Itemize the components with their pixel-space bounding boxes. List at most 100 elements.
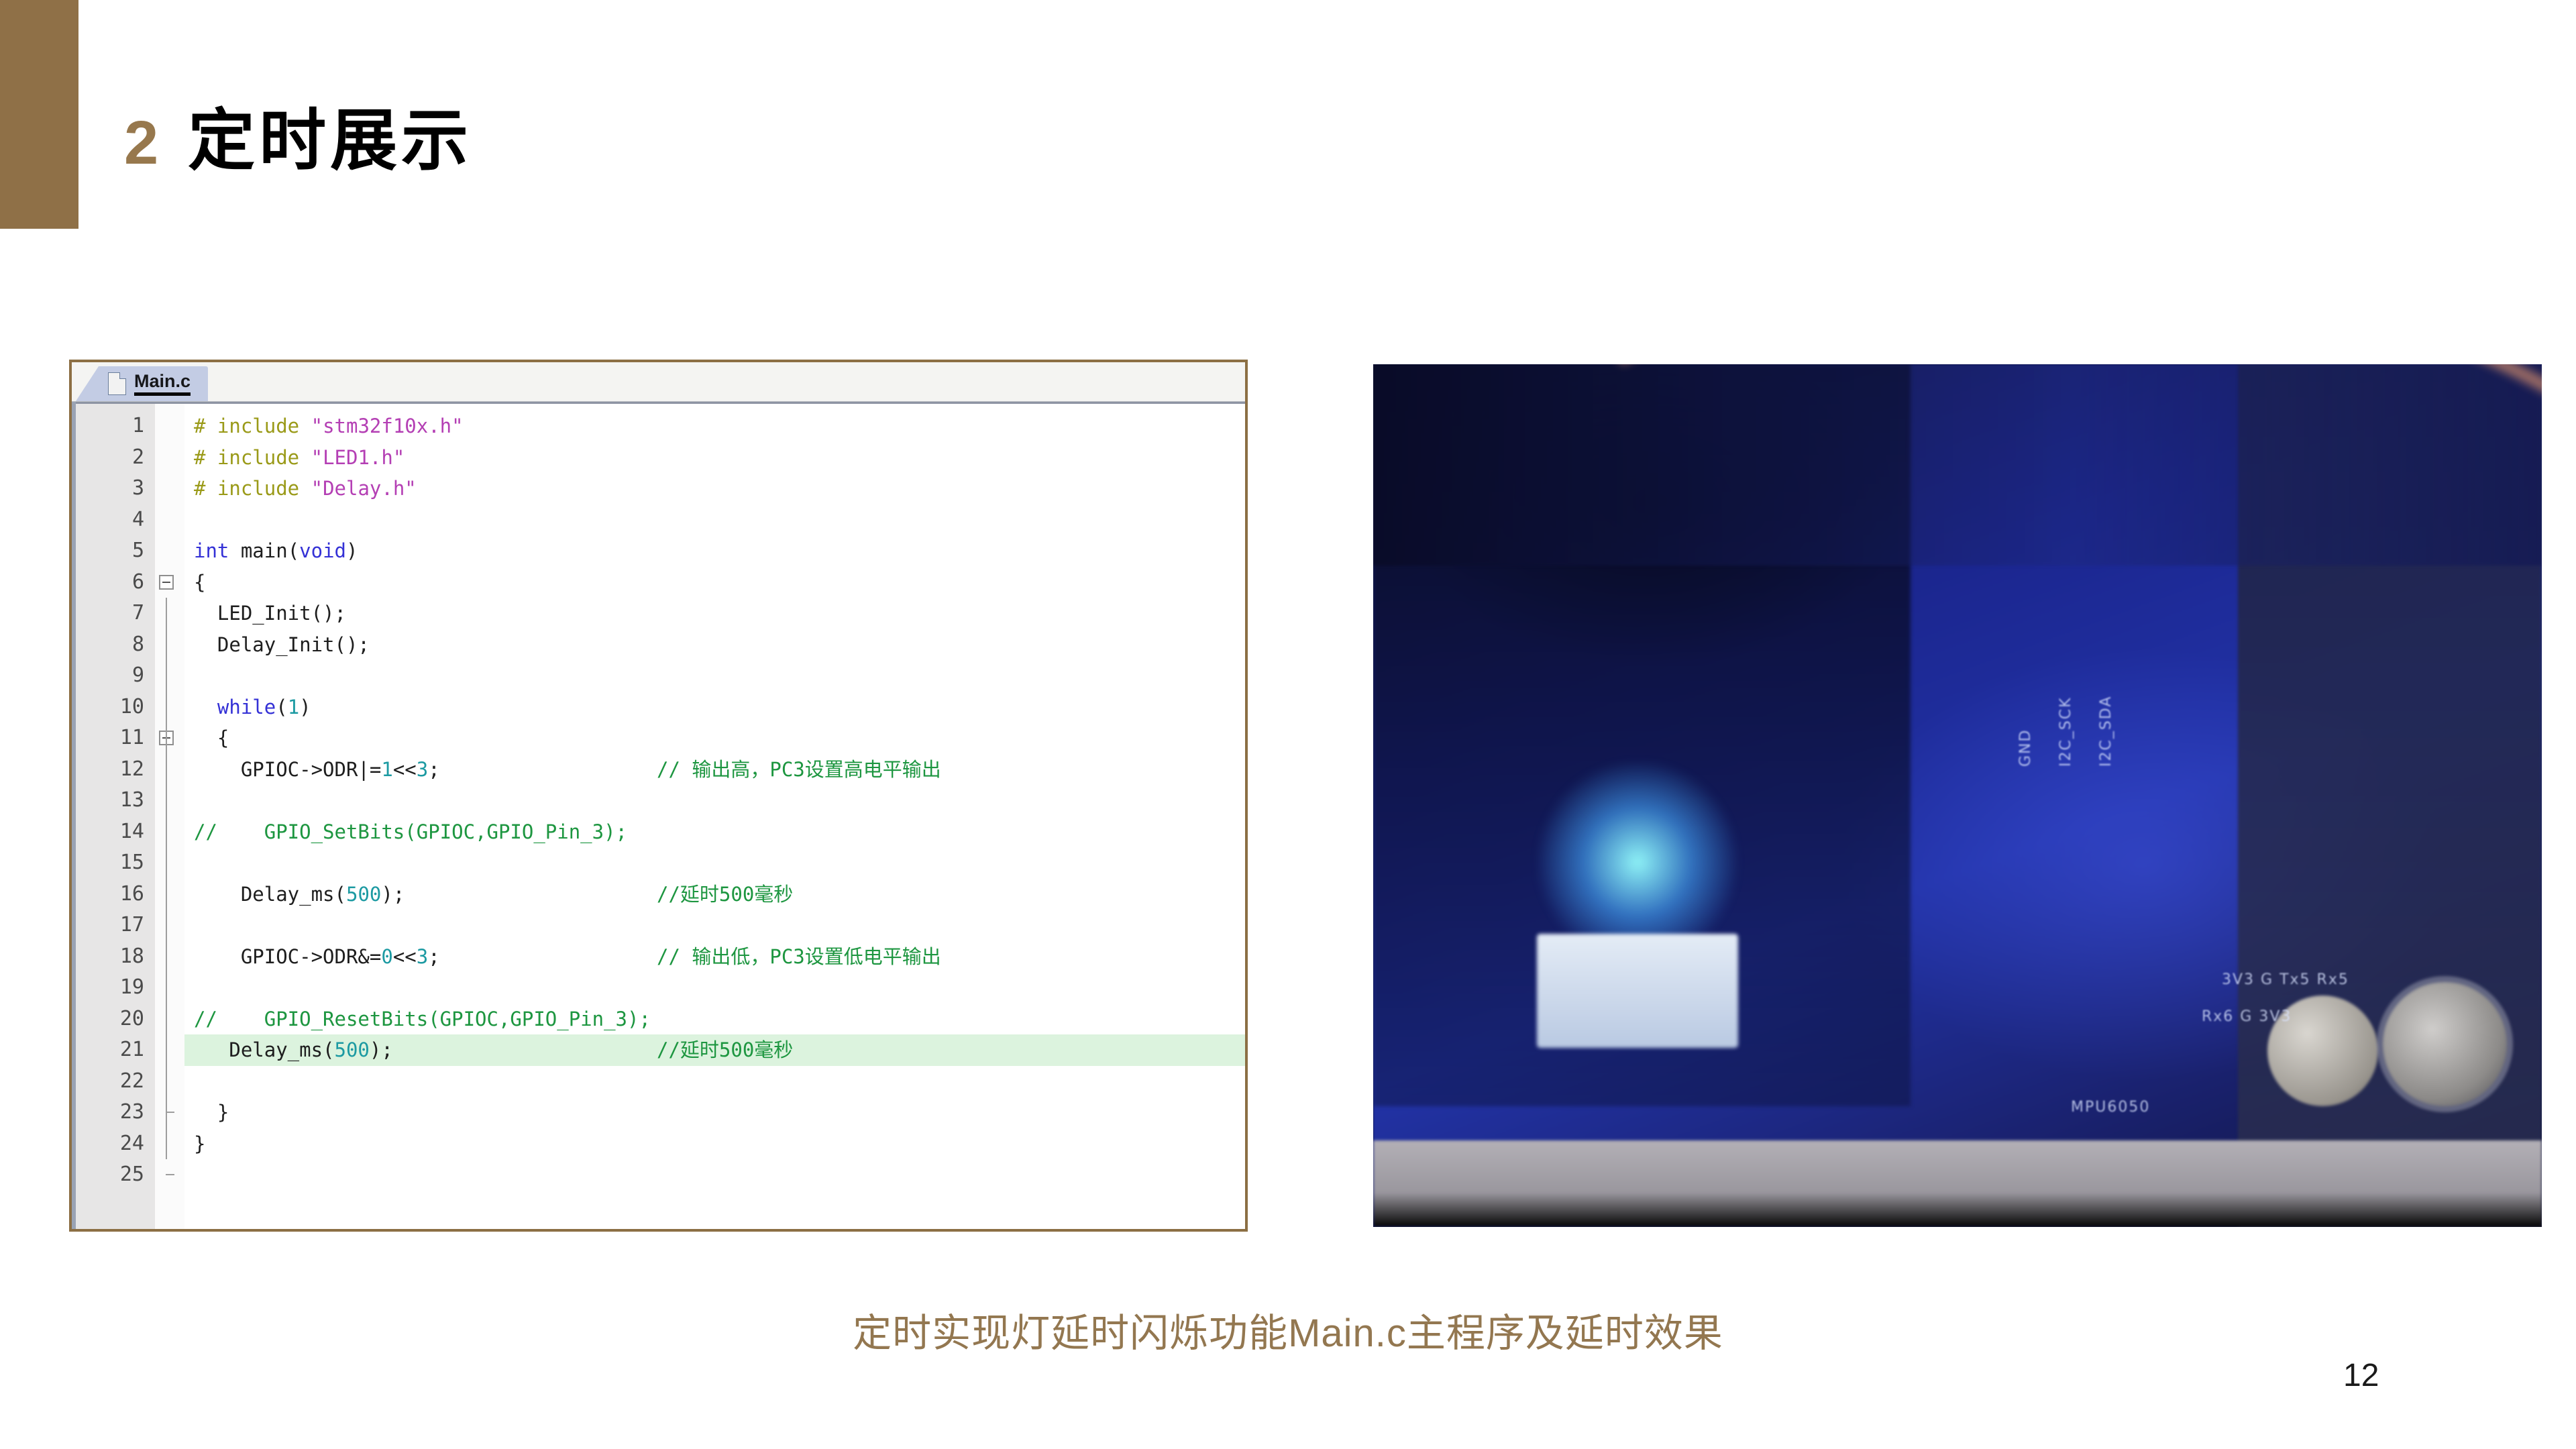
- code-text-area[interactable]: # include "stm32f10x.h" # include "LED1.h…: [184, 404, 1245, 1229]
- code-token-kw: int: [194, 539, 229, 562]
- line-number: 2: [131, 445, 144, 469]
- line-number: 17: [119, 913, 144, 936]
- fold-row: [155, 1034, 184, 1066]
- code-token-num: 500: [334, 1038, 370, 1061]
- code-token-plain: Delay_Init();: [194, 633, 370, 656]
- code-token-str: "stm32f10x.h": [311, 415, 464, 437]
- code-line-text: {: [194, 567, 657, 598]
- code-token-plain: GPIOC->ODR&=: [194, 945, 382, 968]
- code-line[interactable]: [184, 660, 1245, 692]
- code-token-plain: );: [381, 882, 405, 906]
- figure-caption: 定时实现灯延时闪烁功能Main.c主程序及延时效果: [853, 1311, 1723, 1355]
- code-line[interactable]: # include "Delay.h": [184, 473, 1245, 504]
- fold-row: [155, 629, 184, 660]
- fold-guide-line: [166, 629, 167, 660]
- code-line[interactable]: // GPIO_ResetBits(GPIOC,GPIO_Pin_3);: [184, 1004, 1245, 1035]
- slide-title: 2 定时展示: [124, 107, 472, 174]
- code-line[interactable]: Delay_ms(500);//延时500毫秒: [184, 879, 1245, 910]
- code-token-pre: # include: [194, 477, 311, 500]
- code-token-plain: ;: [428, 757, 440, 781]
- code-fold-column[interactable]: [155, 404, 184, 1229]
- silk-label-i2c-sda: I2C_SDA: [2098, 695, 2114, 767]
- code-line[interactable]: {: [184, 567, 1245, 598]
- line-number: 20: [119, 1006, 144, 1030]
- photo-white-connector: [1536, 933, 1738, 1048]
- code-token-cmt: // GPIO_ResetBits(GPIOC,GPIO_Pin_3);: [194, 1007, 651, 1030]
- fold-collapse-icon[interactable]: [159, 574, 174, 590]
- code-line[interactable]: # include "LED1.h": [184, 442, 1245, 474]
- accent-bar: [0, 0, 78, 229]
- code-token-cmt: // GPIO_SetBits(GPIOC,GPIO_Pin_3);: [194, 820, 628, 843]
- code-line[interactable]: [184, 785, 1245, 816]
- title-number: 2: [124, 109, 159, 177]
- fold-row: [155, 847, 184, 879]
- tab-main-c[interactable]: Main.c: [75, 366, 209, 401]
- code-line[interactable]: [184, 972, 1245, 1004]
- code-token-num: 0: [381, 945, 393, 968]
- code-token-num: 1: [287, 695, 300, 718]
- code-token-plain: Delay_ms(: [194, 1038, 335, 1061]
- fold-guide-line: [166, 1003, 167, 1034]
- line-number: 5: [131, 539, 144, 562]
- line-number: 15: [119, 851, 144, 874]
- code-line[interactable]: // GPIO_SetBits(GPIOC,GPIO_Pin_3);: [184, 816, 1245, 848]
- code-token-plain: {: [194, 570, 206, 594]
- fold-guide-line: [166, 598, 167, 629]
- code-line[interactable]: [184, 1159, 1245, 1191]
- code-token-num: 3: [416, 945, 429, 968]
- fold-row: [155, 1097, 184, 1128]
- code-line[interactable]: {: [184, 722, 1245, 754]
- demo-photo: I2C_SDA I2C_SCK GND MPU6050 3V3 G Tx5 Rx…: [1373, 364, 2542, 1227]
- fold-row: [155, 1128, 184, 1159]
- code-line[interactable]: LED_Init();: [184, 598, 1245, 629]
- code-line-text: int main(void): [194, 535, 657, 567]
- fold-guide-line: [166, 941, 167, 972]
- fold-row: [155, 785, 184, 816]
- code-line[interactable]: while(1): [184, 692, 1245, 723]
- line-number: 13: [119, 788, 144, 812]
- fold-guide-line: [166, 847, 167, 879]
- photo-push-button: [2382, 981, 2507, 1106]
- code-line[interactable]: # include "stm32f10x.h": [184, 411, 1245, 442]
- code-token-pre: # include: [194, 415, 311, 437]
- code-line[interactable]: int main(void): [184, 535, 1245, 567]
- code-line-text: # include "Delay.h": [194, 473, 657, 504]
- fold-row: [155, 411, 184, 442]
- line-number: 6: [131, 570, 144, 594]
- line-number: 8: [131, 632, 144, 656]
- fold-end-marker: [166, 1174, 174, 1175]
- code-line-text: LED_Init();: [194, 598, 657, 629]
- fold-row: [155, 972, 184, 1004]
- code-line-text: Delay_Init();: [194, 629, 657, 661]
- code-line-text: while(1): [194, 692, 657, 723]
- code-token-str: "LED1.h": [311, 445, 405, 469]
- line-number: 21: [119, 1038, 144, 1061]
- code-token-plain: ;: [428, 945, 440, 968]
- line-number: 14: [119, 819, 144, 843]
- code-line[interactable]: }: [184, 1097, 1245, 1128]
- code-token-num: 500: [345, 882, 382, 906]
- line-number: 18: [119, 944, 144, 968]
- code-token-num: 3: [416, 757, 429, 781]
- code-token-plain: );: [369, 1038, 393, 1061]
- code-line[interactable]: [184, 847, 1245, 879]
- code-line[interactable]: [184, 1066, 1245, 1097]
- code-line[interactable]: Delay_Init();: [184, 629, 1245, 661]
- fold-row: [155, 1065, 184, 1097]
- document-icon: [108, 372, 126, 395]
- fold-row: [155, 473, 184, 504]
- code-line[interactable]: Delay_ms(500);//延时500毫秒: [184, 1034, 1245, 1066]
- code-line[interactable]: [184, 910, 1245, 941]
- code-line[interactable]: }: [184, 1128, 1245, 1160]
- line-number: 25: [119, 1163, 144, 1186]
- code-line[interactable]: GPIOC->ODR&=0<<3;// 输出低，PC3设置低电平输出: [184, 941, 1245, 973]
- code-line-text: Delay_ms(500);: [194, 879, 657, 910]
- code-line-text: Delay_ms(500);: [194, 1034, 657, 1066]
- line-number: 12: [119, 757, 144, 781]
- page-number: 12: [2343, 1358, 2379, 1393]
- fold-row: [155, 941, 184, 972]
- code-line[interactable]: GPIOC->ODR|=1<<3;// 输出高，PC3设置高电平输出: [184, 754, 1245, 786]
- code-line[interactable]: [184, 504, 1245, 536]
- fold-end-marker: [166, 1112, 174, 1113]
